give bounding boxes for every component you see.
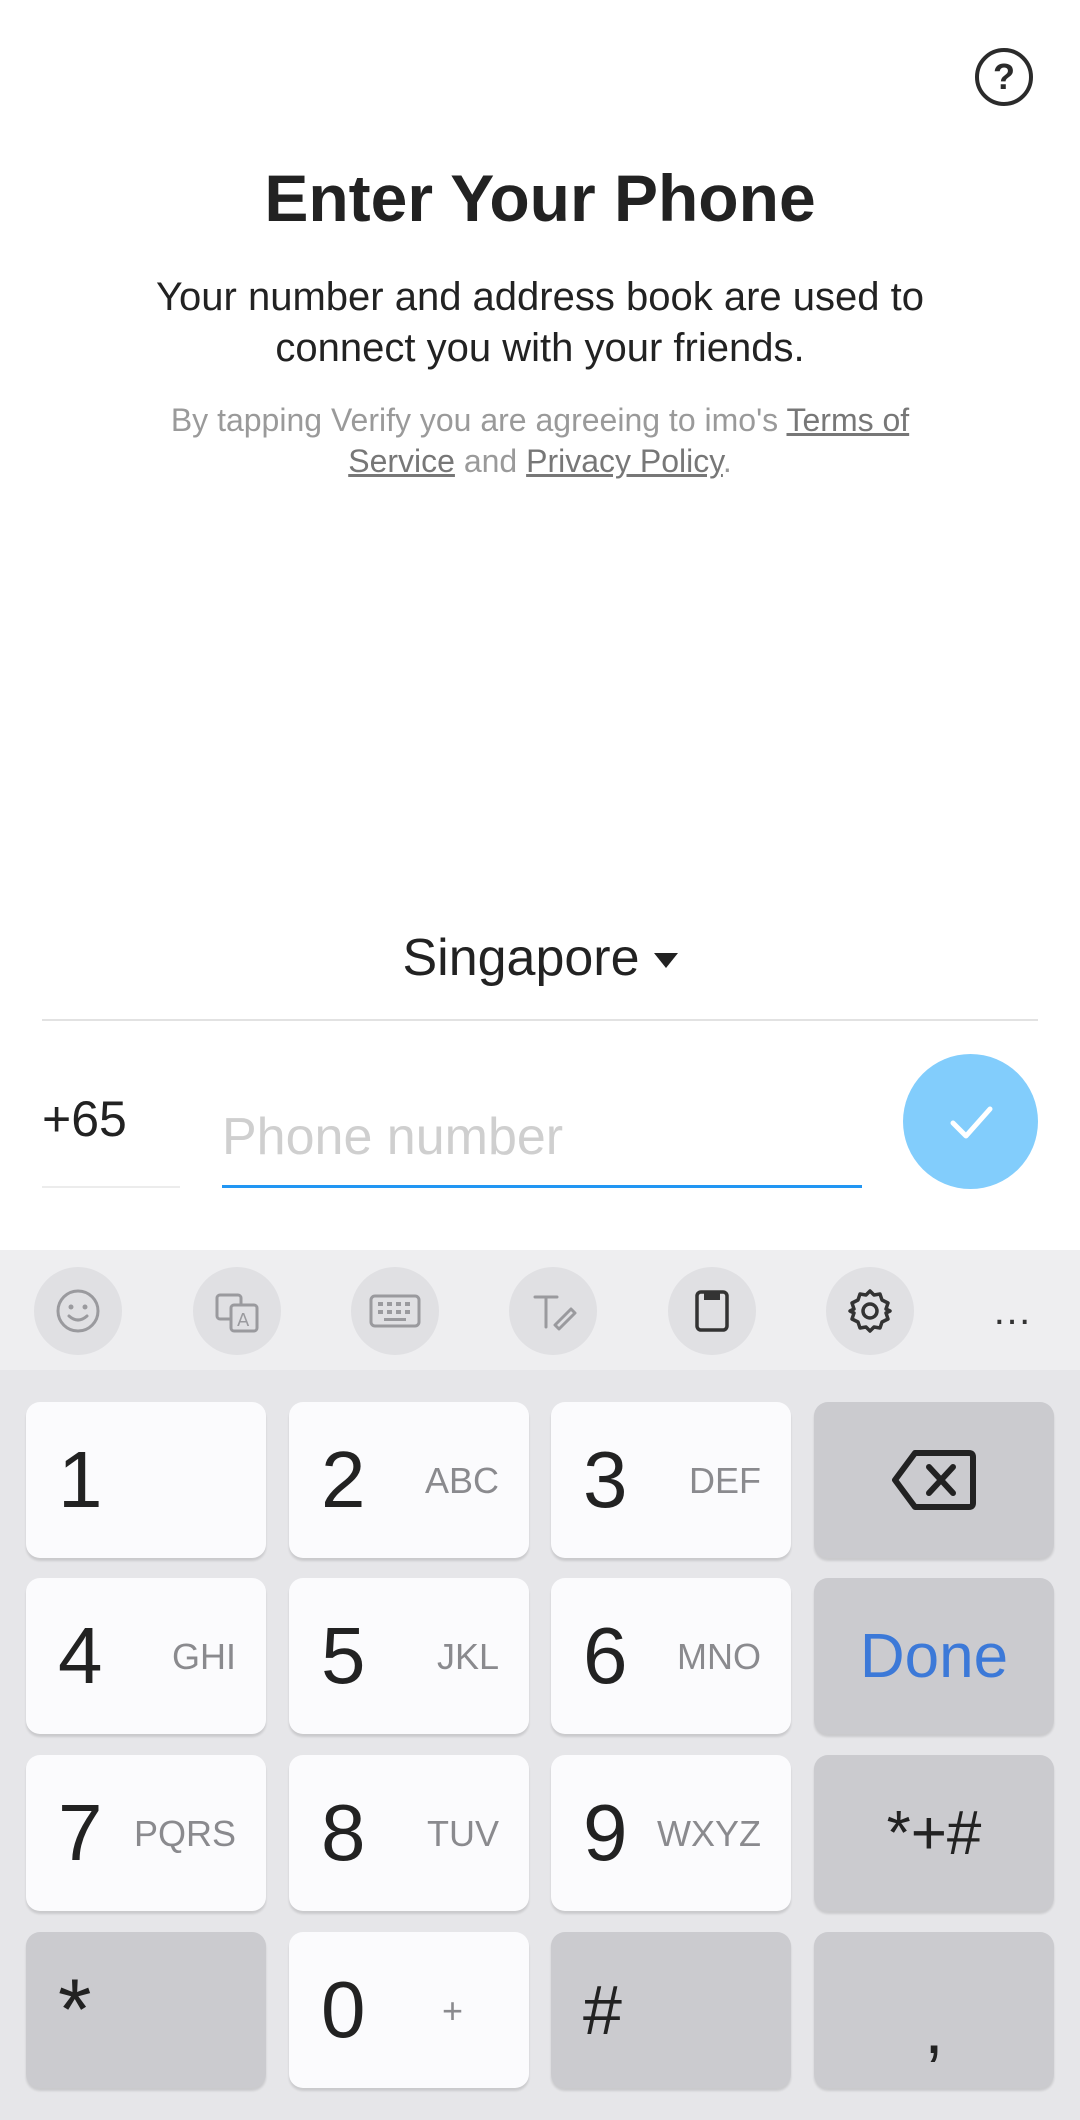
key-6[interactable]: 6 MNO xyxy=(551,1578,791,1734)
hash-key[interactable]: # xyxy=(551,1932,791,2088)
key-digit: 8 xyxy=(321,1788,366,1877)
key-letters: ABC xyxy=(424,1460,499,1501)
key-digit: 6 xyxy=(583,1611,628,1700)
privacy-policy-link[interactable]: Privacy Policy xyxy=(526,443,723,479)
terms-prefix: By tapping Verify you are agreeing to im… xyxy=(170,402,787,438)
translate-button[interactable]: A xyxy=(193,1267,281,1355)
keyboard-toolbar: A … xyxy=(0,1250,1080,1370)
done-key[interactable]: Done xyxy=(814,1578,1054,1734)
key-1[interactable]: 1 xyxy=(26,1402,266,1558)
terms-and: and xyxy=(454,443,527,479)
comma-key[interactable]: , xyxy=(814,1932,1054,2088)
emoji-button[interactable] xyxy=(34,1267,122,1355)
clipboard-button[interactable] xyxy=(668,1267,756,1355)
backspace-key[interactable] xyxy=(814,1402,1054,1558)
key-digit: 1 xyxy=(58,1435,103,1524)
country-code[interactable]: +65 xyxy=(42,1090,127,1148)
key-letters: PQRS xyxy=(133,1813,236,1854)
symbols-label: *+# xyxy=(886,1798,982,1868)
key-letters: WXYZ xyxy=(657,1813,761,1854)
key-digit: 7 xyxy=(58,1788,103,1877)
key-digit: 0 xyxy=(321,1965,366,2054)
key-4[interactable]: 4 GHI xyxy=(26,1578,266,1734)
key-letters: TUV xyxy=(427,1813,499,1854)
terms-text: By tapping Verify you are agreeing to im… xyxy=(130,400,950,482)
key-digit: 2 xyxy=(321,1435,366,1524)
subtitle: Your number and address book are used to… xyxy=(156,275,924,370)
key-2[interactable]: 2 ABC xyxy=(289,1402,529,1558)
key-0[interactable]: 0 + xyxy=(289,1932,529,2088)
backspace-icon xyxy=(892,1450,976,1510)
star-key[interactable]: * xyxy=(26,1932,266,2088)
key-7[interactable]: 7 PQRS xyxy=(26,1755,266,1911)
key-digit: 5 xyxy=(321,1611,366,1700)
emoji-icon xyxy=(56,1289,100,1333)
keyboard-icon xyxy=(369,1294,421,1328)
more-icon[interactable]: … xyxy=(983,1286,1043,1336)
hash-label: # xyxy=(583,1971,622,2049)
key-letters: JKL xyxy=(436,1636,499,1677)
key-letters: DEF xyxy=(689,1460,761,1501)
key-letters: MNO xyxy=(677,1636,761,1677)
divider xyxy=(42,1019,1038,1021)
key-digit: 9 xyxy=(583,1788,628,1877)
country-selector[interactable]: Singapore xyxy=(0,928,1080,988)
done-label: Done xyxy=(859,1621,1009,1691)
key-letters: + xyxy=(441,1990,463,2031)
key-digit: 3 xyxy=(583,1435,628,1524)
key-3[interactable]: 3 DEF xyxy=(551,1402,791,1558)
handwriting-button[interactable] xyxy=(509,1267,597,1355)
help-icon: ? xyxy=(993,56,1015,97)
phone-number-input[interactable] xyxy=(222,1088,862,1188)
page-title: Enter Your Phone xyxy=(264,161,816,235)
key-digit: 4 xyxy=(58,1611,103,1700)
gear-icon xyxy=(848,1289,892,1333)
star-label: * xyxy=(58,1962,92,2058)
terms-suffix: . xyxy=(722,443,732,479)
text-translate-icon: A xyxy=(215,1293,259,1333)
comma-label: , xyxy=(924,1990,944,2068)
settings-button[interactable] xyxy=(826,1267,914,1355)
svg-text:A: A xyxy=(237,1310,250,1331)
clipboard-icon xyxy=(695,1290,729,1332)
keyboard: A … 1 2 ABC 3 DEF 4 GHI 5 JKL 6 MNO Done… xyxy=(0,1250,1080,2120)
key-letters: GHI xyxy=(171,1636,236,1677)
key-9[interactable]: 9 WXYZ xyxy=(551,1755,791,1911)
keyboard-switch-button[interactable] xyxy=(351,1267,439,1355)
symbols-key[interactable]: *+# xyxy=(814,1755,1054,1911)
key-8[interactable]: 8 TUV xyxy=(289,1755,529,1911)
country-code-underline xyxy=(42,1186,180,1188)
key-5[interactable]: 5 JKL xyxy=(289,1578,529,1734)
verify-button[interactable] xyxy=(903,1054,1038,1189)
country-name: Singapore xyxy=(402,929,640,987)
help-button[interactable]: ? xyxy=(975,48,1033,106)
dropdown-caret-icon xyxy=(653,952,678,968)
checkmark-icon xyxy=(950,1106,992,1138)
handwriting-icon xyxy=(533,1295,577,1331)
